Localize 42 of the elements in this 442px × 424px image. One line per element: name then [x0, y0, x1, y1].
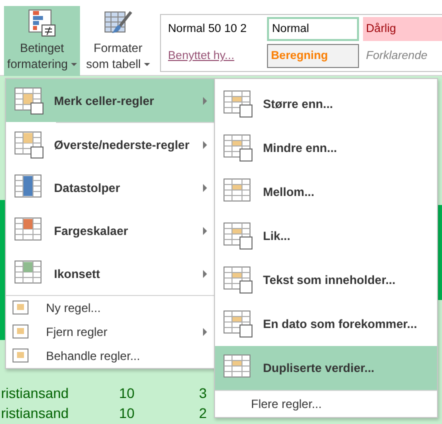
grid-icon — [223, 134, 253, 162]
menu-item[interactable]: Større enn... — [215, 82, 437, 126]
conditional-format-icon — [27, 8, 57, 38]
table-cell-text: ristiansand — [1, 385, 70, 401]
ribbon-button[interactable]: Formater som tabell — [80, 6, 156, 76]
grid-icon — [12, 348, 30, 364]
grid-icon — [223, 266, 253, 294]
menu-item[interactable]: Fargeskalaer — [6, 209, 215, 252]
cell-style-tile[interactable]: Forklarende — [363, 44, 442, 68]
grid-icon — [223, 222, 253, 250]
grid-icon — [12, 300, 30, 316]
table-cell-text: 3 — [199, 385, 208, 401]
table-cell-text: ristiansand — [1, 405, 70, 421]
table-cell-text: 10 — [119, 405, 136, 421]
ribbon-button[interactable]: Betinget formatering — [4, 6, 80, 76]
cell-style-tile[interactable]: Dårlig — [363, 17, 442, 41]
cell-style-tile[interactable]: Benyttet hy... — [165, 44, 263, 68]
menu-item[interactable]: Øverste/nederste-regler — [6, 123, 215, 166]
grid-icon — [14, 86, 44, 114]
menu-item[interactable]: Dupliserte verdier... — [215, 346, 437, 390]
menu-item[interactable]: Flere regler... — [215, 391, 437, 417]
menu-item[interactable]: Merk celler-regler — [6, 79, 215, 122]
menu-item[interactable]: Mellom... — [215, 170, 437, 214]
grid-icon — [223, 310, 253, 338]
grid-icon — [12, 324, 30, 340]
dropdown-caret-icon — [144, 62, 150, 66]
cell-style-tile[interactable]: Normal — [267, 17, 359, 41]
menu-item[interactable]: Tekst som inneholder... — [215, 258, 437, 302]
menu-item[interactable]: Fjern regler — [6, 320, 215, 344]
grid-icon — [14, 130, 44, 158]
menu-item[interactable]: En dato som forekommer... — [215, 302, 437, 346]
menu-item[interactable]: Ikonsett — [6, 252, 215, 295]
grid-icon — [223, 90, 253, 118]
menu-item[interactable]: Lik... — [215, 214, 437, 258]
menu-item[interactable]: Datastolper — [6, 166, 215, 209]
menu-item[interactable]: Mindre enn... — [215, 126, 437, 170]
table-cell-text: 10 — [119, 385, 136, 401]
menu-item[interactable]: Ny regel... — [6, 296, 215, 320]
cell-style-tile[interactable]: Normal 50 10 2 — [165, 17, 263, 41]
dropdown-caret-icon — [70, 62, 77, 66]
table-cell-text: 2 — [199, 405, 208, 421]
menu-item[interactable]: Behandle regler... — [6, 344, 215, 368]
